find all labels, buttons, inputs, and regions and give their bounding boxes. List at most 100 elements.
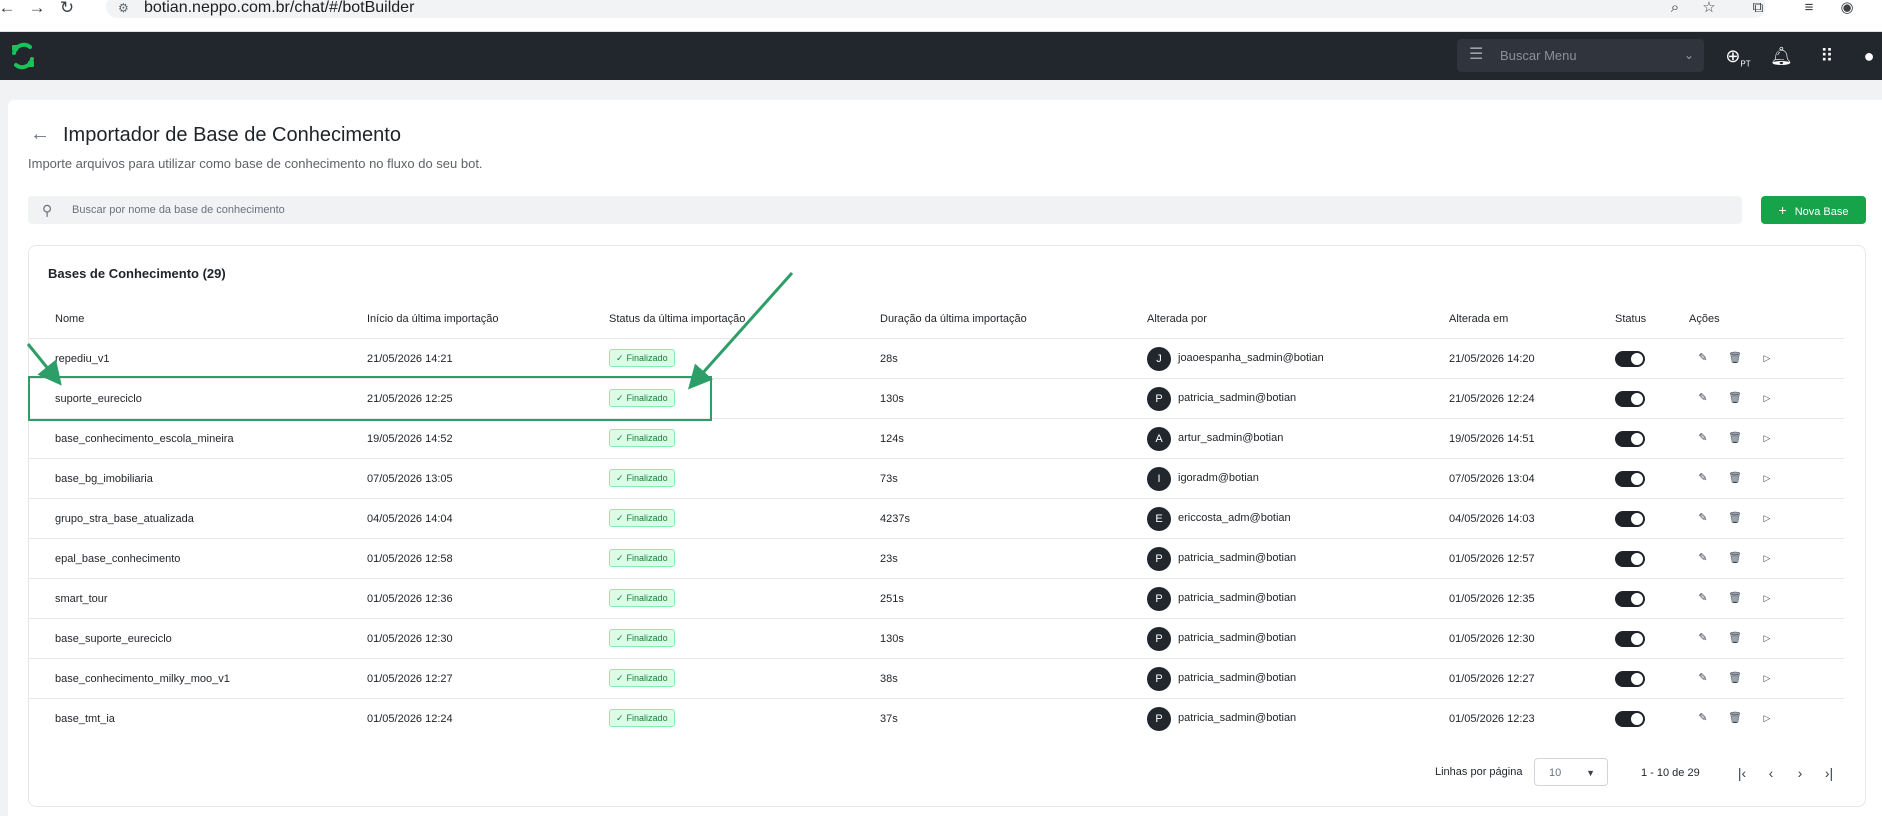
- col-header-changed-at[interactable]: Alterada em: [1449, 312, 1508, 326]
- delete-trash-icon[interactable]: 🗑︎: [1728, 471, 1742, 485]
- play-icon[interactable]: ▷: [1760, 671, 1774, 685]
- play-icon[interactable]: ▷: [1760, 551, 1774, 565]
- edit-pencil-icon[interactable]: ✎: [1696, 591, 1710, 605]
- apps-grid-icon[interactable]: ⠿: [1816, 45, 1838, 67]
- table-row[interactable]: base_tmt_ia 01/05/2026 12:24 ✓ Finalizado 37…: [28, 698, 1844, 738]
- edit-pencil-icon[interactable]: ✎: [1696, 431, 1710, 445]
- status-toggle[interactable]: [1615, 671, 1645, 687]
- url-text[interactable]: botian.neppo.com.br/chat/#/botBuilder: [144, 0, 414, 16]
- play-icon[interactable]: ▷: [1760, 351, 1774, 365]
- notifications-bell-icon[interactable]: 🔔︎: [1770, 45, 1793, 67]
- row-name[interactable]: grupo_stra_base_atualizada: [55, 512, 194, 526]
- status-toggle[interactable]: [1615, 711, 1645, 727]
- search-input[interactable]: [72, 200, 1672, 220]
- row-name[interactable]: base_tmt_ia: [55, 712, 115, 726]
- play-icon[interactable]: ▷: [1760, 711, 1774, 725]
- app-logo-icon[interactable]: [8, 41, 38, 71]
- table-row[interactable]: epal_base_conhecimento 01/05/2026 12:58 ✓ F…: [28, 538, 1844, 578]
- col-header-status: Status: [1615, 313, 1647, 325]
- delete-trash-icon[interactable]: 🗑︎: [1728, 671, 1742, 685]
- language-globe-icon[interactable]: ⊕PT: [1723, 45, 1753, 69]
- row-name[interactable]: epal_base_conhecimento: [55, 552, 180, 566]
- delete-trash-icon[interactable]: 🗑︎: [1728, 511, 1742, 525]
- row-name[interactable]: suporte_eureciclo: [55, 392, 142, 406]
- pagination-range: 1 - 10 de 29: [1641, 767, 1700, 779]
- table-row[interactable]: grupo_stra_base_atualizada 04/05/2026 14:…: [28, 498, 1844, 538]
- first-page-icon[interactable]: |‹: [1733, 764, 1751, 782]
- col-header-import-duration[interactable]: Duração da última importação: [880, 312, 1027, 326]
- row-name[interactable]: base_bg_imobiliaria: [55, 472, 153, 486]
- delete-trash-icon[interactable]: 🗑︎: [1728, 631, 1742, 645]
- play-icon[interactable]: ▷: [1760, 511, 1774, 525]
- play-icon[interactable]: ▷: [1760, 471, 1774, 485]
- edit-pencil-icon[interactable]: ✎: [1696, 631, 1710, 645]
- col-header-import-start[interactable]: Início da última importação: [367, 312, 498, 326]
- status-toggle[interactable]: [1615, 631, 1645, 647]
- status-toggle[interactable]: [1615, 471, 1645, 487]
- table-row[interactable]: repediu_v1 21/05/2026 14:21 ✓ Finalizado 28s…: [28, 338, 1844, 378]
- profile-icon[interactable]: ◉: [1836, 0, 1858, 16]
- row-name[interactable]: repediu_v1: [55, 352, 109, 366]
- edit-pencil-icon[interactable]: ✎: [1696, 671, 1710, 685]
- new-base-button[interactable]: + Nova Base: [1761, 196, 1866, 224]
- col-header-import-status[interactable]: Status da última importação: [609, 312, 745, 326]
- row-name[interactable]: smart_tour: [55, 592, 108, 606]
- table-title: Bases de Conhecimento (29): [48, 266, 226, 281]
- table-row[interactable]: suporte_eureciclo 21/05/2026 12:25 ✓ Finali…: [28, 378, 1844, 418]
- edit-pencil-icon[interactable]: ✎: [1696, 711, 1710, 725]
- status-toggle[interactable]: [1615, 351, 1645, 367]
- check-circle-icon: ✓: [616, 473, 624, 483]
- rows-per-page-select[interactable]: 10 ▼: [1534, 758, 1608, 786]
- delete-trash-icon[interactable]: 🗑︎: [1728, 431, 1742, 445]
- reload-icon[interactable]: ↻: [56, 0, 78, 16]
- delete-trash-icon[interactable]: 🗑︎: [1728, 351, 1742, 365]
- play-icon[interactable]: ▷: [1760, 631, 1774, 645]
- row-duration: 28s: [880, 353, 898, 365]
- edit-pencil-icon[interactable]: ✎: [1696, 511, 1710, 525]
- status-toggle[interactable]: [1615, 391, 1645, 407]
- user-account-icon[interactable]: ●: [1858, 45, 1880, 67]
- status-toggle[interactable]: [1615, 511, 1645, 527]
- forward-arrow-icon[interactable]: →: [26, 0, 48, 16]
- row-name[interactable]: base_conhecimento_escola_mineira: [55, 432, 234, 446]
- row-name[interactable]: base_conhecimento_milky_moo_v1: [55, 672, 230, 686]
- check-circle-icon: ✓: [616, 433, 624, 443]
- row-name[interactable]: base_suporte_eureciclo: [55, 632, 172, 646]
- delete-trash-icon[interactable]: 🗑︎: [1728, 591, 1742, 605]
- table-row[interactable]: base_conhecimento_escola_mineira 19/05/20…: [28, 418, 1844, 458]
- delete-trash-icon[interactable]: 🗑︎: [1728, 711, 1742, 725]
- table-row[interactable]: base_suporte_eureciclo 01/05/2026 12:30 ✓ F…: [28, 618, 1844, 658]
- back-arrow-icon[interactable]: ←: [0, 0, 18, 16]
- play-icon[interactable]: ▷: [1760, 431, 1774, 445]
- row-changed-by: patricia_sadmin@botian: [1178, 392, 1297, 404]
- edit-pencil-icon[interactable]: ✎: [1696, 551, 1710, 565]
- play-icon[interactable]: ▷: [1760, 391, 1774, 405]
- table-row[interactable]: smart_tour 01/05/2026 12:36 ✓ Finalizado 251…: [28, 578, 1844, 618]
- last-page-icon[interactable]: ›|: [1820, 764, 1838, 782]
- delete-trash-icon[interactable]: 🗑︎: [1728, 551, 1742, 565]
- media-icon[interactable]: ≡: [1798, 0, 1820, 16]
- edit-pencil-icon[interactable]: ✎: [1696, 351, 1710, 365]
- status-badge-label: Finalizado: [626, 553, 668, 563]
- menu-search[interactable]: ☰ Buscar Menu ⌄: [1457, 39, 1704, 72]
- previous-page-icon[interactable]: ‹: [1762, 764, 1780, 782]
- table-row[interactable]: base_conhecimento_milky_moo_v1 01/05/2026…: [28, 658, 1844, 698]
- status-toggle[interactable]: [1615, 431, 1645, 447]
- delete-trash-icon[interactable]: 🗑︎: [1728, 391, 1742, 405]
- next-page-icon[interactable]: ›: [1791, 764, 1809, 782]
- play-icon[interactable]: ▷: [1760, 591, 1774, 605]
- toggle-knob: [1630, 352, 1644, 366]
- edit-pencil-icon[interactable]: ✎: [1696, 471, 1710, 485]
- col-header-name[interactable]: Nome: [55, 312, 84, 326]
- col-header-changed-by[interactable]: Alterada por: [1147, 312, 1207, 326]
- bookmark-star-icon[interactable]: ☆: [1698, 0, 1720, 16]
- edit-pencil-icon[interactable]: ✎: [1696, 391, 1710, 405]
- status-toggle[interactable]: [1615, 551, 1645, 567]
- back-arrow-icon[interactable]: ←: [30, 124, 50, 144]
- extensions-icon[interactable]: ⧉: [1747, 0, 1769, 16]
- table-row[interactable]: base_bg_imobiliaria 07/05/2026 13:05 ✓ Fina…: [28, 458, 1844, 498]
- status-toggle[interactable]: [1615, 591, 1645, 607]
- zoom-icon[interactable]: ⌕: [1664, 0, 1686, 16]
- status-badge: ✓ Finalizado: [609, 589, 675, 607]
- site-info-icon[interactable]: ⚙: [118, 0, 129, 16]
